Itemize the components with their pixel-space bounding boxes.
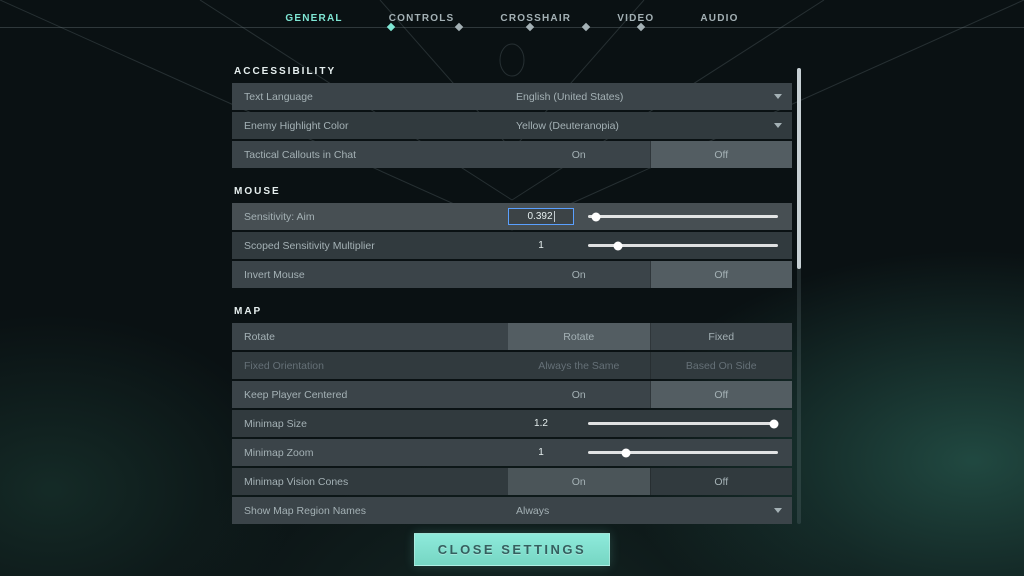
input-scoped-sens[interactable]: 1 — [508, 237, 574, 254]
tab-general[interactable]: GENERAL — [285, 13, 342, 24]
row-minimap-zoom: Minimap Zoom 1 — [232, 439, 792, 466]
row-keep-centered: Keep Player Centered On Off — [232, 381, 792, 408]
row-vision-cones: Minimap Vision Cones On Off — [232, 468, 792, 495]
row-enemy-highlight: Enemy Highlight Color Yellow (Deuteranop… — [232, 112, 792, 139]
row-fixed-orientation: Fixed Orientation Always the Same Based … — [232, 352, 792, 379]
slider-minimap-zoom[interactable] — [588, 451, 778, 454]
chevron-down-icon — [774, 94, 782, 99]
scrollbar[interactable] — [797, 68, 801, 524]
slider-scoped-sens[interactable] — [588, 244, 778, 247]
settings-panel: ACCESSIBILITY Text Language English (Uni… — [232, 56, 792, 526]
label-scoped-sens: Scoped Sensitivity Multiplier — [232, 240, 508, 252]
slider-sensitivity[interactable] — [588, 215, 778, 218]
input-sensitivity[interactable]: 0.392 — [508, 208, 574, 225]
tab-audio[interactable]: AUDIO — [700, 13, 738, 24]
label-vision-cones: Minimap Vision Cones — [232, 476, 508, 488]
row-text-language: Text Language English (United States) — [232, 83, 792, 110]
dropdown-text-language[interactable]: English (United States) — [508, 83, 792, 110]
row-sensitivity: Sensitivity: Aim 0.392 — [232, 203, 792, 230]
toggle-rotate-fixed[interactable]: Fixed — [651, 323, 793, 350]
dropdown-enemy-highlight[interactable]: Yellow (Deuteranopia) — [508, 112, 792, 139]
label-text-language: Text Language — [232, 91, 508, 103]
row-minimap-size: Minimap Size 1.2 — [232, 410, 792, 437]
toggle-orient-side: Based On Side — [651, 352, 793, 379]
tab-video[interactable]: VIDEO — [617, 13, 654, 24]
label-minimap-zoom: Minimap Zoom — [232, 447, 508, 459]
tab-controls[interactable]: CONTROLS — [389, 13, 455, 24]
section-map: MAP — [234, 306, 792, 317]
row-tactical-callouts: Tactical Callouts in Chat On Off — [232, 141, 792, 168]
toggle-invert-on[interactable]: On — [508, 261, 650, 288]
row-rotate: Rotate Rotate Fixed — [232, 323, 792, 350]
input-minimap-size[interactable]: 1.2 — [508, 415, 574, 432]
toggle-tactical-on[interactable]: On — [508, 141, 650, 168]
label-enemy-highlight: Enemy Highlight Color — [232, 120, 508, 132]
toggle-invert-off[interactable]: Off — [651, 261, 793, 288]
toggle-centered-on[interactable]: On — [508, 381, 650, 408]
toggle-tactical-off[interactable]: Off — [651, 141, 793, 168]
label-keep-centered: Keep Player Centered — [232, 389, 508, 401]
label-fixed-orientation: Fixed Orientation — [232, 360, 508, 372]
tab-crosshair[interactable]: CROSSHAIR — [500, 13, 571, 24]
label-invert-mouse: Invert Mouse — [232, 269, 508, 281]
section-accessibility: ACCESSIBILITY — [234, 66, 792, 77]
toggle-orient-same: Always the Same — [508, 352, 650, 379]
dropdown-region-names[interactable]: Always — [508, 497, 792, 524]
label-minimap-size: Minimap Size — [232, 418, 508, 430]
settings-tabs: GENERAL CONTROLS CROSSHAIR VIDEO AUDIO — [0, 0, 1024, 34]
close-settings-button[interactable]: CLOSE SETTINGS — [414, 533, 610, 566]
row-region-names: Show Map Region Names Always — [232, 497, 792, 524]
label-rotate: Rotate — [232, 331, 508, 343]
label-tactical-callouts: Tactical Callouts in Chat — [232, 149, 508, 161]
label-sensitivity: Sensitivity: Aim — [232, 211, 508, 223]
toggle-cones-on[interactable]: On — [508, 468, 650, 495]
toggle-rotate-rotate[interactable]: Rotate — [508, 323, 650, 350]
label-region-names: Show Map Region Names — [232, 505, 508, 517]
row-invert-mouse: Invert Mouse On Off — [232, 261, 792, 288]
chevron-down-icon — [774, 123, 782, 128]
toggle-centered-off[interactable]: Off — [651, 381, 793, 408]
section-mouse: MOUSE — [234, 186, 792, 197]
slider-minimap-size[interactable] — [588, 422, 778, 425]
toggle-cones-off[interactable]: Off — [651, 468, 793, 495]
input-minimap-zoom[interactable]: 1 — [508, 444, 574, 461]
chevron-down-icon — [774, 508, 782, 513]
row-scoped-sens: Scoped Sensitivity Multiplier 1 — [232, 232, 792, 259]
